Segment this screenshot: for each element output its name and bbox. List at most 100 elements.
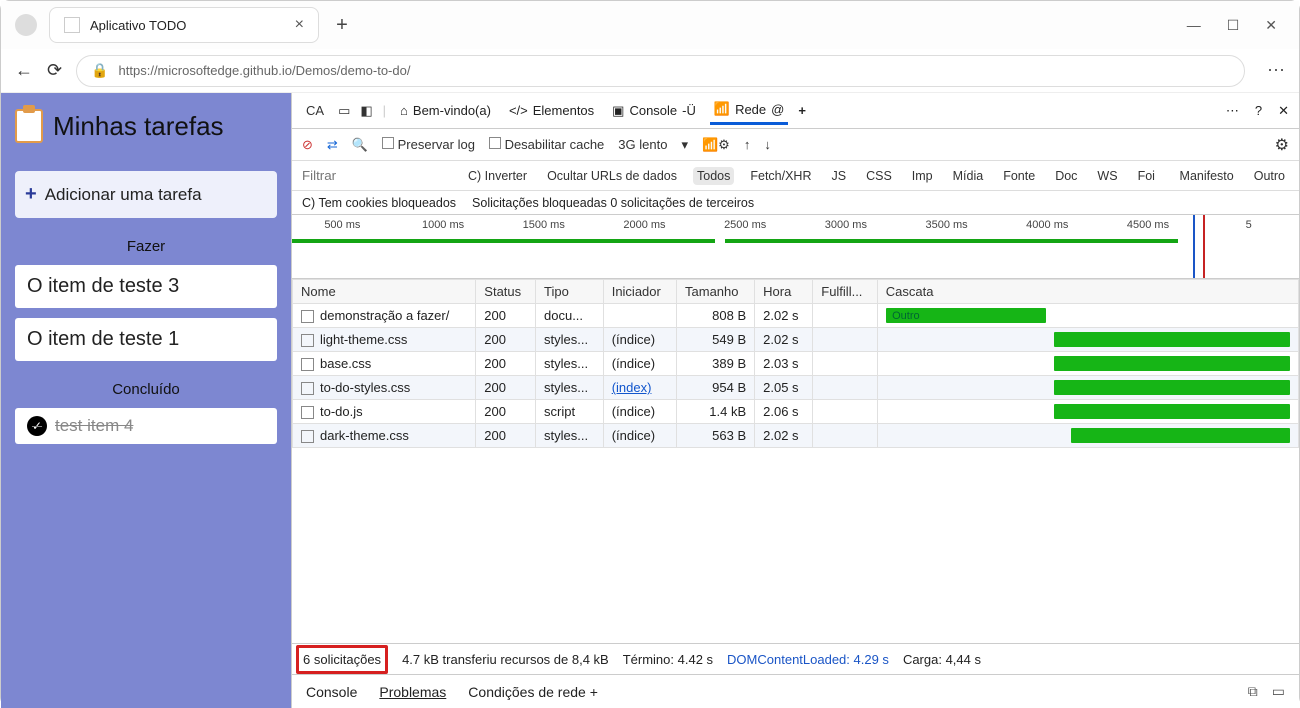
throttling-select[interactable]: 3G lento — [618, 137, 667, 152]
devtools-pane: CA ▭ ◧ | ⌂ Bem-vindo(a) </> Elementos ▣ … — [291, 93, 1299, 708]
drawer-tab-problems[interactable]: Problemas — [379, 684, 446, 700]
column-header[interactable]: Nome — [293, 280, 476, 304]
filter-type-ws[interactable]: WS — [1093, 167, 1121, 185]
column-header[interactable]: Hora — [755, 280, 813, 304]
todo-app-pane: Minhas tarefas + Adicionar uma tarefa Fa… — [1, 93, 291, 708]
preserve-log-checkbox[interactable]: Preservar log — [382, 137, 475, 152]
device-toggle-icon[interactable]: ▭ — [338, 103, 350, 119]
url-input[interactable]: 🔒 https://microsoftedge.github.io/Demos/… — [76, 55, 1245, 87]
add-panel-button[interactable]: + — [798, 103, 806, 118]
minimize-icon[interactable]: — — [1187, 17, 1201, 34]
download-icon[interactable]: ↓ — [764, 137, 771, 152]
column-header[interactable]: Status — [476, 280, 536, 304]
tab-title: Aplicativo TODO — [90, 18, 186, 33]
tab-welcome[interactable]: ⌂ Bem-vindo(a) — [396, 97, 495, 125]
profile-avatar[interactable] — [15, 14, 37, 36]
file-icon — [301, 382, 314, 395]
network-toolbar: ⊘ ⇄ 🔍 Preservar log Desabilitar cache 3G… — [292, 129, 1299, 161]
drawer-expand-icon[interactable]: ⧉ — [1248, 683, 1258, 700]
filter-type-font[interactable]: Fonte — [999, 167, 1039, 185]
file-icon — [301, 310, 314, 323]
column-header[interactable]: Fulfill... — [813, 280, 877, 304]
back-icon[interactable]: ← — [15, 60, 33, 81]
filter-type-js[interactable]: JS — [828, 167, 851, 185]
disable-cache-checkbox[interactable]: Desabilitar cache — [489, 137, 604, 152]
new-tab-button[interactable]: + — [327, 10, 357, 40]
hide-data-urls-checkbox[interactable]: Ocultar URLs de dados — [543, 167, 681, 185]
page-title: Minhas tarefas — [15, 109, 277, 143]
check-icon: ✓ — [27, 416, 47, 436]
column-header[interactable]: Tamanho — [677, 280, 755, 304]
browser-menu-icon[interactable]: ⋯ — [1267, 60, 1285, 81]
filter-input[interactable] — [302, 168, 452, 183]
finish-time-label: Término: 4.42 s — [623, 652, 713, 667]
table-row[interactable]: base.css200styles...(índice)389 B2.03 s — [293, 352, 1299, 376]
close-window-icon[interactable]: ✕ — [1265, 17, 1277, 34]
network-table[interactable]: NomeStatusTipoIniciadorTamanhoHoraFulfil… — [292, 279, 1299, 644]
drawer-tab-console[interactable]: Console — [306, 684, 357, 700]
drawer-hide-icon[interactable]: ▭ — [1272, 683, 1285, 700]
transfer-size-label: 4.7 kB transferiu recursos de 8,4 kB — [402, 652, 609, 667]
filter-type-media[interactable]: Mídia — [949, 167, 988, 185]
add-task-button[interactable]: + Adicionar uma tarefa — [15, 171, 277, 218]
maximize-icon[interactable]: ☐ — [1227, 17, 1240, 34]
search-icon[interactable]: 🔍 — [352, 137, 368, 153]
table-row[interactable]: to-do.js200script(índice)1.4 kB2.06 s — [293, 400, 1299, 424]
refresh-icon[interactable]: ⟳ — [47, 60, 62, 81]
dock-icon[interactable]: ◧ — [360, 103, 372, 119]
help-icon[interactable]: ? — [1255, 103, 1262, 118]
table-row[interactable]: demonstração a fazer/200docu...808 B2.02… — [293, 304, 1299, 328]
inspect-button[interactable]: CA — [302, 97, 328, 125]
network-status-bar: 6 solicitações 4.7 kB transferiu recurso… — [292, 644, 1299, 674]
tab-elements[interactable]: </> Elementos — [505, 97, 598, 125]
window-controls: — ☐ ✕ — [1187, 17, 1291, 34]
favicon-icon — [64, 17, 80, 33]
more-tools-icon[interactable]: ⋯ — [1226, 103, 1239, 119]
file-icon — [301, 406, 314, 419]
column-header[interactable]: Cascata — [877, 280, 1298, 304]
lock-icon: 🔒 — [91, 62, 108, 79]
task-item-done[interactable]: ✓ test item 4 — [15, 408, 277, 444]
browser-tab[interactable]: Aplicativo TODO × — [49, 7, 319, 43]
filter-type-wasm[interactable]: Foi — [1134, 167, 1159, 185]
window-titlebar: Aplicativo TODO × + — ☐ ✕ — [1, 1, 1299, 49]
load-label: Carga: 4,44 s — [903, 652, 981, 667]
blocked-cookies-checkbox[interactable]: C) Tem cookies bloqueados — [302, 196, 456, 210]
table-row[interactable]: to-do-styles.css200styles...(index)954 B… — [293, 376, 1299, 400]
task-item[interactable]: O item de teste 3 — [15, 265, 277, 308]
network-info-bar: C) Tem cookies bloqueados Solicitações b… — [292, 191, 1299, 215]
drawer-tab-netcond[interactable]: Condições de rede + — [468, 684, 598, 700]
task-item[interactable]: O item de teste 1 — [15, 318, 277, 361]
invert-checkbox[interactable]: C) Inverter — [464, 167, 531, 185]
filter-type-all[interactable]: Todos — [693, 167, 734, 185]
devtools-drawer: Console Problemas Condições de rede + ⧉ … — [292, 674, 1299, 708]
filter-type-doc[interactable]: Doc — [1051, 167, 1081, 185]
network-overview[interactable]: 500 ms1000 ms1500 ms2000 ms2500 ms3000 m… — [292, 215, 1299, 279]
tab-network[interactable]: 📶 Rede @ — [710, 97, 788, 125]
dcl-label: DOMContentLoaded: 4.29 s — [727, 652, 889, 667]
filter-type-css[interactable]: CSS — [862, 167, 896, 185]
chevron-down-icon[interactable]: ▾ — [681, 137, 688, 153]
plus-icon: + — [25, 183, 37, 206]
close-tab-icon[interactable]: × — [295, 16, 304, 34]
close-devtools-icon[interactable]: ✕ — [1278, 103, 1289, 119]
add-task-label: Adicionar uma tarefa — [45, 185, 202, 205]
clear-icon[interactable]: ⇄ — [327, 137, 338, 153]
filter-type-fetch[interactable]: Fetch/XHR — [746, 167, 815, 185]
filter-other[interactable]: Outro — [1250, 167, 1289, 185]
table-row[interactable]: light-theme.css200styles...(índice)549 B… — [293, 328, 1299, 352]
column-header[interactable]: Iniciador — [603, 280, 676, 304]
url-text: https://microsoftedge.github.io/Demos/de… — [119, 63, 411, 78]
request-count-highlight: 6 solicitações — [296, 645, 388, 674]
column-header[interactable]: Tipo — [536, 280, 604, 304]
settings-icon[interactable]: ⚙ — [1275, 135, 1289, 155]
done-task-label: test item 4 — [55, 416, 133, 436]
table-row[interactable]: dark-theme.css200styles...(índice)563 B2… — [293, 424, 1299, 448]
wifi-icon[interactable]: 📶⚙ — [702, 137, 730, 153]
filter-type-img[interactable]: Imp — [908, 167, 937, 185]
upload-icon[interactable]: ↑ — [744, 137, 751, 152]
tab-console[interactable]: ▣ Console -Ü — [608, 97, 700, 125]
file-icon — [301, 334, 314, 347]
record-icon[interactable]: ⊘ — [302, 137, 313, 153]
filter-manifest[interactable]: Manifesto — [1176, 167, 1238, 185]
